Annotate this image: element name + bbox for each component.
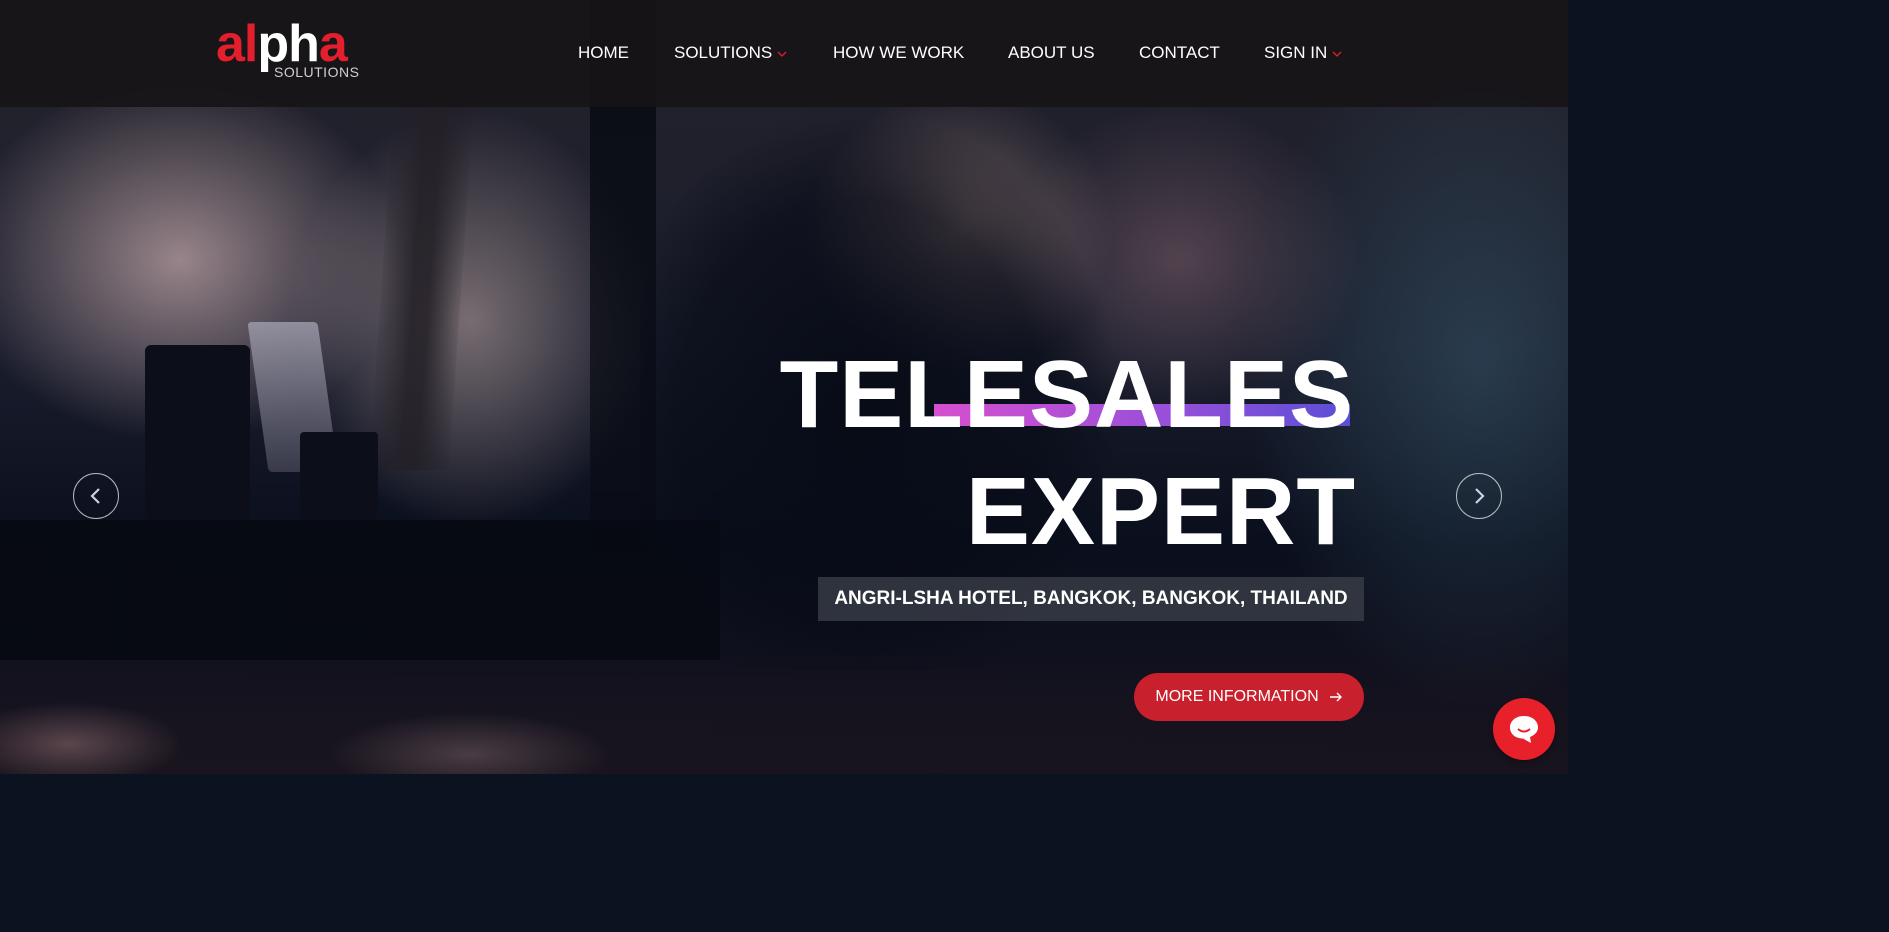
nav-how-we-work[interactable]: HOW WE WORK [833, 43, 964, 63]
nav-about-us-label: ABOUT US [1008, 43, 1095, 62]
nav-solutions[interactable]: SOLUTIONS [674, 43, 787, 63]
nav-home[interactable]: HOME [578, 43, 629, 63]
nav-sign-in-label: SIGN IN [1264, 43, 1328, 62]
arrow-right-icon [1329, 692, 1342, 702]
chat-widget-button[interactable] [1493, 698, 1555, 760]
carousel-prev-button[interactable] [73, 473, 119, 519]
logo[interactable]: alpha SOLUTIONS [216, 16, 361, 82]
nav-sign-in[interactable]: SIGN IN [1264, 43, 1342, 63]
carousel-next-button[interactable] [1456, 473, 1502, 519]
more-information-button[interactable]: MORE INFORMATION [1134, 673, 1364, 721]
hero-title-line1: TELESALES [779, 341, 1354, 448]
nav-about-us[interactable]: ABOUT US [1008, 43, 1095, 63]
logo-tagline: SOLUTIONS [274, 64, 360, 80]
nav-how-we-work-label: HOW WE WORK [833, 43, 965, 62]
chevron-left-icon [90, 488, 100, 504]
chevron-down-icon [777, 51, 787, 57]
nav-contact-label: CONTACT [1139, 43, 1220, 62]
chat-bubble-icon [1510, 716, 1538, 743]
chevron-right-icon [1475, 488, 1485, 504]
nav-home-label: HOME [578, 43, 629, 62]
hero-location: ANGRI-LSHA HOTEL, BANGKOK, BANGKOK, THAI… [818, 577, 1364, 621]
more-information-label: MORE INFORMATION [1155, 688, 1319, 705]
nav-solutions-label: SOLUTIONS [674, 43, 773, 62]
site-header: alpha SOLUTIONS HOME SOLUTIONS HOW WE WO… [0, 0, 1568, 107]
hero-title-line2: EXPERT [965, 458, 1356, 565]
nav-contact[interactable]: CONTACT [1139, 43, 1220, 63]
chevron-down-icon [1332, 51, 1342, 57]
